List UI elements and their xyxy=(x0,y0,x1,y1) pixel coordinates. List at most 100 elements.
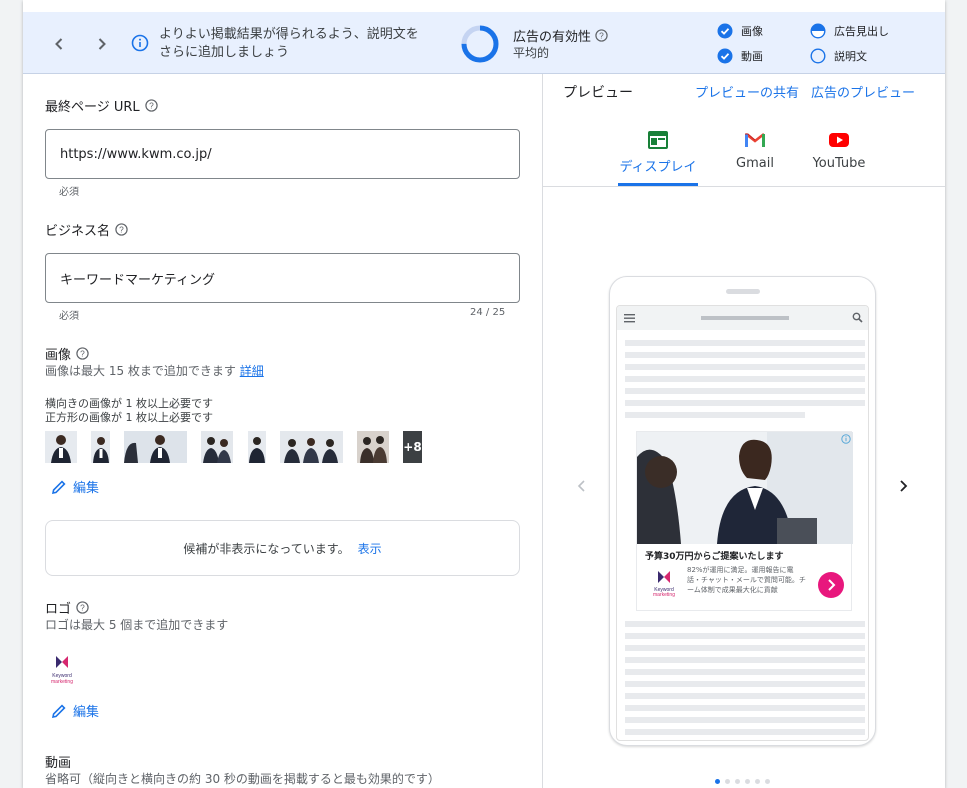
images-requirement-square: 正方形の画像が 1 枚以上必要です xyxy=(45,411,213,424)
display-icon xyxy=(648,131,668,149)
image-thumbnail[interactable] xyxy=(280,431,343,463)
final-url-label-text: 最終ページ URL xyxy=(45,100,140,115)
tab-label: YouTube xyxy=(812,156,866,171)
carousel-dot[interactable] xyxy=(725,779,730,784)
help-icon[interactable]: ? xyxy=(76,601,89,614)
edit-label: 編集 xyxy=(73,481,100,496)
menu-icon xyxy=(624,314,635,323)
business-name-label: ビジネス名 ? xyxy=(45,220,128,239)
check-videos: 動画 xyxy=(717,48,763,64)
video-label: 動画 xyxy=(45,752,71,771)
placeholder-line xyxy=(625,693,865,699)
recommendation-banner: よりよい掲載結果が得られるよう、説明文をさらに追加しましょう 広告の有効性 ? … xyxy=(23,12,945,74)
keyword-marketing-logo[interactable]: Keyword marketing xyxy=(47,654,77,688)
placeholder-line xyxy=(625,633,865,639)
images-label-text: 画像 xyxy=(45,348,72,363)
ad-cta-button[interactable] xyxy=(818,572,844,598)
details-link[interactable]: 詳細 xyxy=(240,364,264,378)
phone-browser-bar xyxy=(617,306,868,330)
tab-gmail[interactable]: Gmail xyxy=(733,130,777,186)
images-requirement-landscape: 横向きの画像が 1 枚以上必要です xyxy=(45,397,213,410)
ad-logo: Keyword marketing xyxy=(653,571,675,598)
placeholder-line xyxy=(625,657,865,663)
svg-text:?: ? xyxy=(599,30,604,40)
logo-subtext: ロゴは最大 5 個まで追加できます xyxy=(45,618,229,632)
display-ad[interactable]: 予算30万円からご提案いたします Keyword marketing 82%が運… xyxy=(636,431,853,611)
check-label: 広告見出し xyxy=(834,25,889,38)
check-label: 説明文 xyxy=(834,50,867,63)
ad-preview-link[interactable]: 広告のプレビュー xyxy=(811,82,915,101)
chevron-right-icon xyxy=(98,38,106,50)
ad-headline: 予算30万円からご提案いたします xyxy=(645,552,784,562)
show-suggestions-link[interactable]: 表示 xyxy=(358,540,382,557)
carousel-next-button[interactable] xyxy=(895,478,911,494)
edit-images-button[interactable]: 編集 xyxy=(51,477,99,496)
previous-button[interactable] xyxy=(49,34,69,54)
final-url-label: 最終ページ URL ? xyxy=(45,96,158,115)
image-thumbnail[interactable] xyxy=(248,431,266,463)
youtube-icon xyxy=(829,133,849,147)
image-thumbnail[interactable] xyxy=(45,431,77,463)
check-label: 画像 xyxy=(741,25,763,38)
more-images-badge[interactable]: +8 xyxy=(403,431,422,463)
placeholder-line xyxy=(625,412,805,418)
tab-label: Gmail xyxy=(736,156,774,171)
tab-display[interactable]: ディスプレイ xyxy=(613,130,703,186)
check-circle-icon xyxy=(717,48,733,64)
images-subtext: 画像は最大 15 枚まで追加できます 詳細 xyxy=(45,362,264,379)
images-label: 画像 ? xyxy=(45,344,89,363)
phone-screen: 予算30万円からご提案いたします Keyword marketing 82%が運… xyxy=(616,305,869,741)
carousel-prev-button[interactable] xyxy=(574,478,590,494)
check-circle-icon xyxy=(717,23,733,39)
edit-logo-button[interactable]: 編集 xyxy=(51,701,99,720)
share-preview-link[interactable]: プレビューの共有 xyxy=(695,82,799,101)
effectiveness-value: 平均的 xyxy=(513,46,550,60)
asset-form: 最終ページ URL ? https://www.kwm.co.jp/ 必須 ビジ… xyxy=(23,74,542,788)
placeholder-line xyxy=(625,729,865,735)
carousel-dot[interactable] xyxy=(765,779,770,784)
placeholder-line xyxy=(625,388,865,394)
placeholder-line xyxy=(625,645,865,651)
svg-text:?: ? xyxy=(80,348,85,358)
video-label-text: 動画 xyxy=(45,756,72,771)
placeholder-line xyxy=(625,364,865,370)
phone-mockup: 予算30万円からご提案いたします Keyword marketing 82%が運… xyxy=(609,276,876,746)
carousel-dots xyxy=(715,779,770,784)
tab-youtube[interactable]: YouTube xyxy=(809,130,869,186)
svg-text:?: ? xyxy=(119,224,124,234)
image-thumbnail[interactable] xyxy=(124,431,187,463)
carousel-dot[interactable] xyxy=(715,779,720,784)
check-headlines: 広告見出し xyxy=(810,23,889,39)
pencil-icon xyxy=(51,703,66,718)
edit-label: 編集 xyxy=(73,705,100,720)
next-button[interactable] xyxy=(92,34,112,54)
image-thumbnail[interactable] xyxy=(91,431,110,463)
image-thumbnail[interactable] xyxy=(201,431,233,463)
ad-choices-icon[interactable] xyxy=(841,434,851,444)
help-icon[interactable]: ? xyxy=(76,347,89,360)
help-icon[interactable]: ? xyxy=(595,29,608,42)
placeholder-line xyxy=(625,669,865,675)
preview-title: プレビュー xyxy=(563,85,633,101)
help-icon[interactable]: ? xyxy=(144,99,158,112)
svg-text:marketing: marketing xyxy=(653,592,675,598)
carousel-dot[interactable] xyxy=(755,779,760,784)
help-icon[interactable]: ? xyxy=(115,223,128,236)
placeholder-line xyxy=(625,705,865,711)
chevron-left-icon xyxy=(55,38,63,50)
placeholder-line xyxy=(625,717,865,723)
svg-text:?: ? xyxy=(149,100,154,110)
gmail-icon xyxy=(745,132,765,147)
placeholder-line xyxy=(625,400,865,406)
url-bar-placeholder xyxy=(701,316,789,320)
carousel-dot[interactable] xyxy=(735,779,740,784)
final-url-field[interactable]: https://www.kwm.co.jp/ xyxy=(45,129,520,179)
hidden-suggestions-text: 候補が非表示になっています。 xyxy=(183,541,350,556)
svg-text:marketing: marketing xyxy=(51,679,73,685)
info-icon xyxy=(131,34,149,52)
tab-label: ディスプレイ xyxy=(619,160,697,175)
image-thumbnail[interactable] xyxy=(357,431,389,463)
effectiveness-ring xyxy=(461,25,499,63)
business-name-field[interactable]: キーワードマーケティング xyxy=(45,253,520,303)
carousel-dot[interactable] xyxy=(745,779,750,784)
